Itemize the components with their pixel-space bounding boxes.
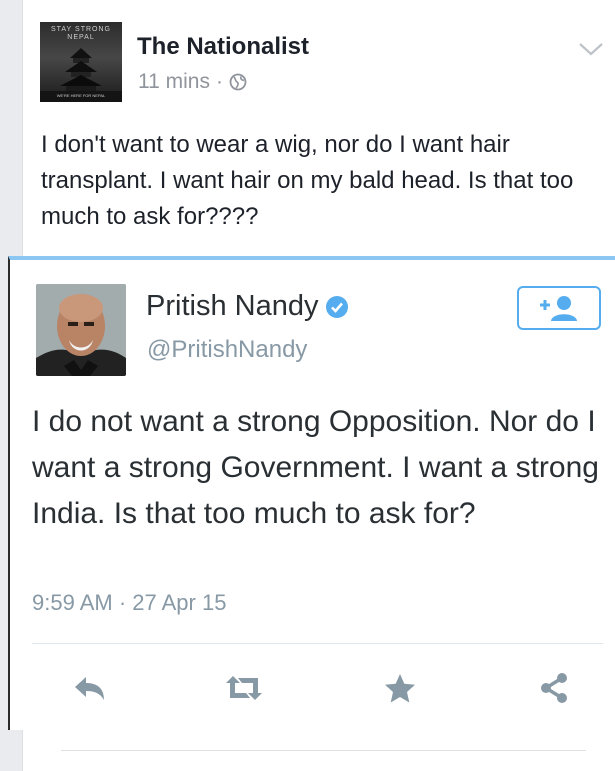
retweet-icon [226, 676, 262, 700]
divider [61, 750, 586, 751]
tweet-avatar[interactable] [36, 284, 126, 376]
post-meta: 11 mins · [138, 70, 247, 94]
meta-separator: · [215, 70, 223, 93]
verified-badge-icon [326, 295, 349, 318]
retweet-button[interactable] [224, 670, 264, 706]
temple-icon [40, 48, 122, 102]
post-time[interactable]: 11 mins [138, 70, 210, 94]
avatar-caption-bottom: WE'RE HERE FOR NEPAL [56, 93, 106, 98]
reply-button[interactable] [70, 670, 110, 706]
favorite-button[interactable] [380, 670, 420, 706]
author-handle[interactable]: @PritishNandy [147, 336, 307, 364]
page-avatar[interactable]: STAY STRONG NEPAL WE'RE HERE FOR NEPAL [40, 22, 122, 102]
share-icon [541, 673, 567, 703]
post-text: I don't want to wear a wig, nor do I wan… [41, 131, 574, 230]
tweet-author: Pritish Nandy [146, 290, 349, 323]
share-button[interactable] [534, 670, 574, 706]
reply-icon [75, 677, 104, 700]
tweet-timestamp[interactable]: 9:59 AM · 27 Apr 15 [32, 590, 226, 616]
author-name[interactable]: Pritish Nandy [146, 290, 318, 323]
globe-icon [229, 73, 247, 91]
divider [32, 643, 603, 644]
favorite-icon [385, 674, 415, 703]
page-name[interactable]: The Nationalist [137, 33, 309, 61]
add-user-icon [540, 296, 577, 321]
profile-photo [36, 284, 126, 376]
tweet-text: I do not want a strong Opposition. Nor d… [32, 405, 599, 530]
follow-button[interactable] [517, 286, 601, 330]
embedded-tweet: Pritish Nandy @PritishNandy I do not wan… [8, 256, 615, 730]
chevron-down-icon[interactable] [576, 38, 606, 60]
